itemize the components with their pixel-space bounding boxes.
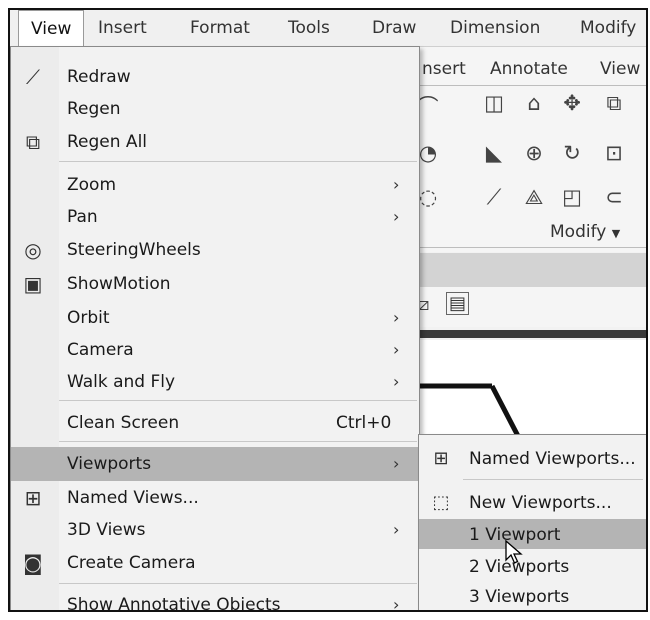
submenu-arrow-icon: › [393, 207, 400, 226]
offset-icon[interactable]: ⊕ [520, 141, 548, 165]
menu-item-label: Regen [67, 99, 121, 119]
menu-item-regen-all[interactable]: ⧉ Regen All [11, 126, 419, 158]
menu-item-zoom[interactable]: Zoom › [11, 169, 419, 201]
menu-item-label: Clean Screen [67, 413, 180, 433]
menu-separator [463, 479, 643, 480]
redraw-icon: ⟋ [26, 65, 40, 89]
modify-panel-label[interactable]: Modify ▼ [550, 222, 620, 242]
menu-dimension[interactable]: Dimension [450, 18, 540, 38]
trim-icon[interactable]: ⟋ [480, 185, 508, 210]
submenu-item-label: Named Viewports... [469, 449, 636, 469]
menu-draw[interactable]: Draw [372, 18, 416, 38]
menu-view[interactable]: View [18, 10, 85, 46]
menu-separator [59, 583, 417, 584]
view-menu: ⟋ Redraw Regen ⧉ Regen All Zoom › Pan › … [10, 46, 420, 612]
menu-bar: View Insert Format Tools Draw Dimension … [10, 10, 646, 47]
submenu-item-label: 3 Viewports [469, 587, 570, 607]
submenu-arrow-icon: › [393, 454, 400, 473]
named-views-icon: ⊞ [24, 486, 42, 510]
tab-annotate[interactable]: Annotate [490, 59, 568, 79]
menu-item-show-annotative-objects[interactable]: Show Annotative Objects › [11, 589, 419, 612]
modify-panel-title: Modify [550, 222, 607, 242]
menu-format[interactable]: Format [190, 18, 250, 38]
menu-item-label: ShowMotion [67, 274, 171, 294]
layer-properties-icon[interactable]: ▤ [446, 292, 470, 315]
menu-item-label: Zoom [67, 175, 117, 195]
menu-item-steeringwheels[interactable]: ◎ SteeringWheels [11, 234, 419, 266]
regen-all-icon: ⧉ [25, 130, 41, 154]
steering-wheel-icon: ◎ [24, 238, 42, 262]
mouse-pointer-icon [505, 540, 523, 564]
submenu-arrow-icon: › [393, 175, 400, 194]
named-viewports-icon: ⊞ [433, 448, 449, 469]
submenu-item-named-viewports[interactable]: ⊞ Named Viewports... [419, 443, 646, 473]
menu-item-label: Orbit [67, 308, 110, 328]
menu-item-clean-screen[interactable]: Clean Screen Ctrl+0 [11, 407, 419, 439]
menu-item-label: 3D Views [67, 520, 146, 540]
array-icon[interactable]: ⌂ [520, 91, 548, 115]
tab-insert[interactable]: nsert [422, 59, 466, 79]
menu-item-label: Show Annotative Objects [67, 595, 281, 612]
menu-item-shortcut: Ctrl+0 [336, 413, 392, 433]
menu-item-walk-and-fly[interactable]: Walk and Fly › [11, 366, 419, 398]
drawn-line-diagonal [489, 384, 521, 438]
menu-item-label: SteeringWheels [67, 240, 201, 260]
menu-item-label: Create Camera [67, 553, 196, 573]
menu-separator [59, 441, 417, 442]
fillet-icon[interactable]: ◣ [480, 141, 508, 165]
menu-item-named-views[interactable]: ⊞ Named Views... [11, 482, 419, 514]
viewports-submenu: ⊞ Named Viewports... ⬚ New Viewports... … [418, 434, 646, 610]
menu-insert[interactable]: Insert [98, 18, 147, 38]
submenu-arrow-icon: › [393, 372, 400, 391]
menu-item-camera[interactable]: Camera › [11, 334, 419, 366]
menu-item-label: Pan [67, 207, 98, 227]
submenu-arrow-icon: › [393, 308, 400, 327]
menu-item-showmotion[interactable]: ▣ ShowMotion [11, 268, 419, 300]
extend-icon[interactable]: ⊂ [600, 185, 628, 209]
submenu-item-3-viewports[interactable]: 3 Viewports [419, 581, 646, 610]
menu-item-redraw[interactable]: ⟋ Redraw [11, 61, 419, 93]
menu-tools[interactable]: Tools [288, 18, 330, 38]
panel-expand-icon: ▼ [611, 227, 621, 240]
submenu-arrow-icon: › [393, 520, 400, 539]
tab-view[interactable]: View [600, 59, 640, 79]
menu-item-label: Named Views... [67, 488, 199, 508]
menu-item-label: Walk and Fly [67, 372, 176, 392]
menu-item-orbit[interactable]: Orbit › [11, 302, 419, 334]
submenu-arrow-icon: › [393, 595, 400, 612]
showmotion-icon: ▣ [23, 272, 43, 296]
menu-item-viewports[interactable]: Viewports › [11, 447, 419, 481]
menu-item-create-camera[interactable]: ◙ Create Camera [11, 547, 419, 579]
menu-separator [59, 400, 417, 401]
explode-icon[interactable]: ◰ [558, 185, 586, 209]
menu-item-3d-views[interactable]: 3D Views › [11, 514, 419, 546]
menu-separator [59, 161, 417, 162]
copy-icon[interactable]: ⧉ [600, 91, 628, 116]
menu-item-label: Redraw [67, 67, 131, 87]
ribbon-divider [410, 85, 646, 86]
submenu-item-new-viewports[interactable]: ⬚ New Viewports... [419, 487, 646, 517]
menu-item-pan[interactable]: Pan › [11, 201, 419, 233]
menu-item-regen[interactable]: Regen [11, 93, 419, 125]
submenu-item-label: New Viewports... [469, 493, 612, 513]
ribbon-bottom-line [410, 247, 646, 248]
submenu-item-2-viewports[interactable]: 2 Viewports [419, 551, 646, 581]
submenu-arrow-icon: › [393, 340, 400, 359]
rotate-icon[interactable]: ↻ [558, 141, 586, 165]
scale-icon[interactable]: ⊡ [600, 141, 628, 165]
create-camera-icon: ◙ [23, 551, 43, 575]
move-icon[interactable]: ✥ [558, 91, 586, 115]
menu-item-label: Regen All [67, 132, 148, 152]
submenu-item-1-viewport[interactable]: 1 Viewport [419, 519, 646, 549]
app-window: nsert Annotate View ⌒ ◫ ⌂ ✥ ⧉ ◔ ◣ ⊕ ↻ ⊡ … [8, 8, 648, 612]
menu-item-label: Camera [67, 340, 134, 360]
stretch-icon[interactable]: ⟁ [520, 185, 548, 210]
mirror-icon[interactable]: ◫ [480, 91, 508, 115]
menu-item-label: Viewports [67, 454, 152, 474]
new-viewports-icon: ⬚ [432, 492, 450, 513]
menu-modify[interactable]: Modify [580, 18, 636, 38]
